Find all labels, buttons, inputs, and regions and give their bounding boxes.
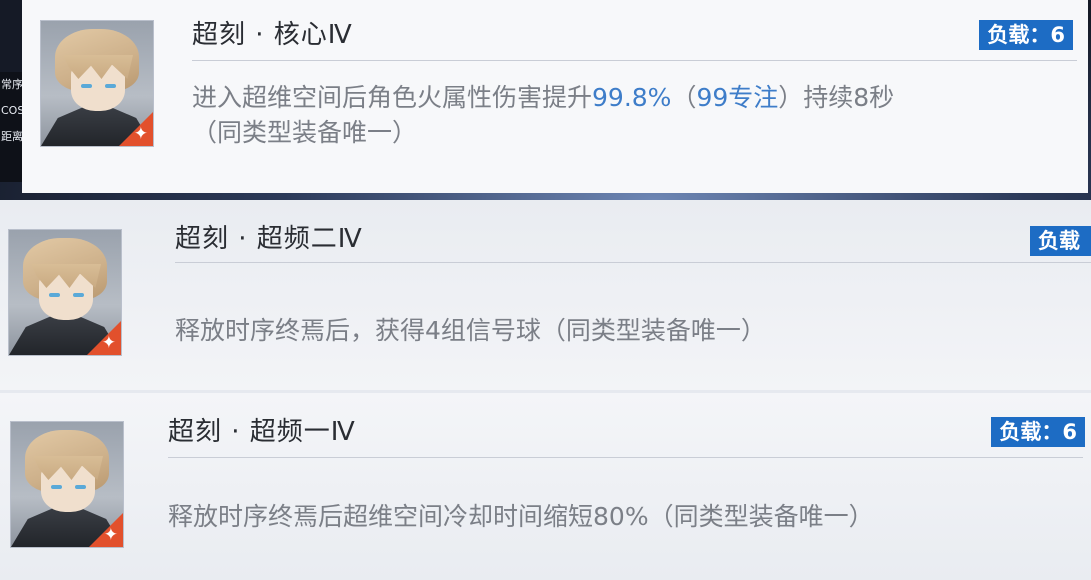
card-title: 超刻 · 超频一Ⅳ [168,417,356,447]
side-label: 常序 [1,78,23,91]
card-description: 释放时序终焉后超维空间冷却时间缩短80%（同类型装备唯一） [168,502,874,531]
side-label: 距离释 [1,130,34,143]
load-badge: 负载：6 [991,417,1085,447]
fire-element-icon: ✦ [103,525,118,545]
highlight-value: 99专注 [696,83,779,112]
card-title: 超刻 · 核心Ⅳ [192,20,353,50]
title-divider [175,262,1091,263]
character-portrait: ✦ [10,421,124,548]
equipment-card-overclock-1[interactable]: ✦ 超刻 · 超频一Ⅳ 负载：6 释放时序终焉后超维空间冷却时间缩短80%（同类… [0,393,1091,580]
load-badge: 负载：6 [979,20,1073,50]
card-description: 进入超维空间后角色火属性伤害提升99.8%（99专注）持续8秒 （同类型装备唯一… [192,80,894,150]
character-portrait: ✦ [40,20,154,147]
equipment-card-overclock-2[interactable]: ✦ 超刻 · 超频二Ⅳ 负载 释放时序终焉后，获得4组信号球（同类型装备唯一） [0,200,1091,390]
description-text: 进入超维空间后角色火属性伤害提升 [192,83,593,112]
fire-element-icon: ✦ [101,333,116,353]
card-description: 释放时序终焉后，获得4组信号球（同类型装备唯一） [175,316,766,345]
equipment-card-core[interactable]: ✦ 超刻 · 核心Ⅳ 负载：6 进入超维空间后角色火属性伤害提升99.8%（99… [22,0,1088,193]
card-title: 超刻 · 超频二Ⅳ [175,224,363,254]
description-text: （ [671,83,697,112]
description-text: （同类型装备唯一） [192,118,418,147]
background-side-labels: 常序 COS 距离释 [0,72,34,182]
title-divider [168,457,1083,458]
description-text: ）持续8秒 [778,83,895,112]
load-badge: 负载 [1030,226,1091,256]
title-divider [192,60,1077,61]
side-label: COS [1,104,25,117]
character-portrait: ✦ [8,229,122,356]
fire-element-icon: ✦ [133,124,148,144]
highlight-value: 99.8% [592,83,672,112]
